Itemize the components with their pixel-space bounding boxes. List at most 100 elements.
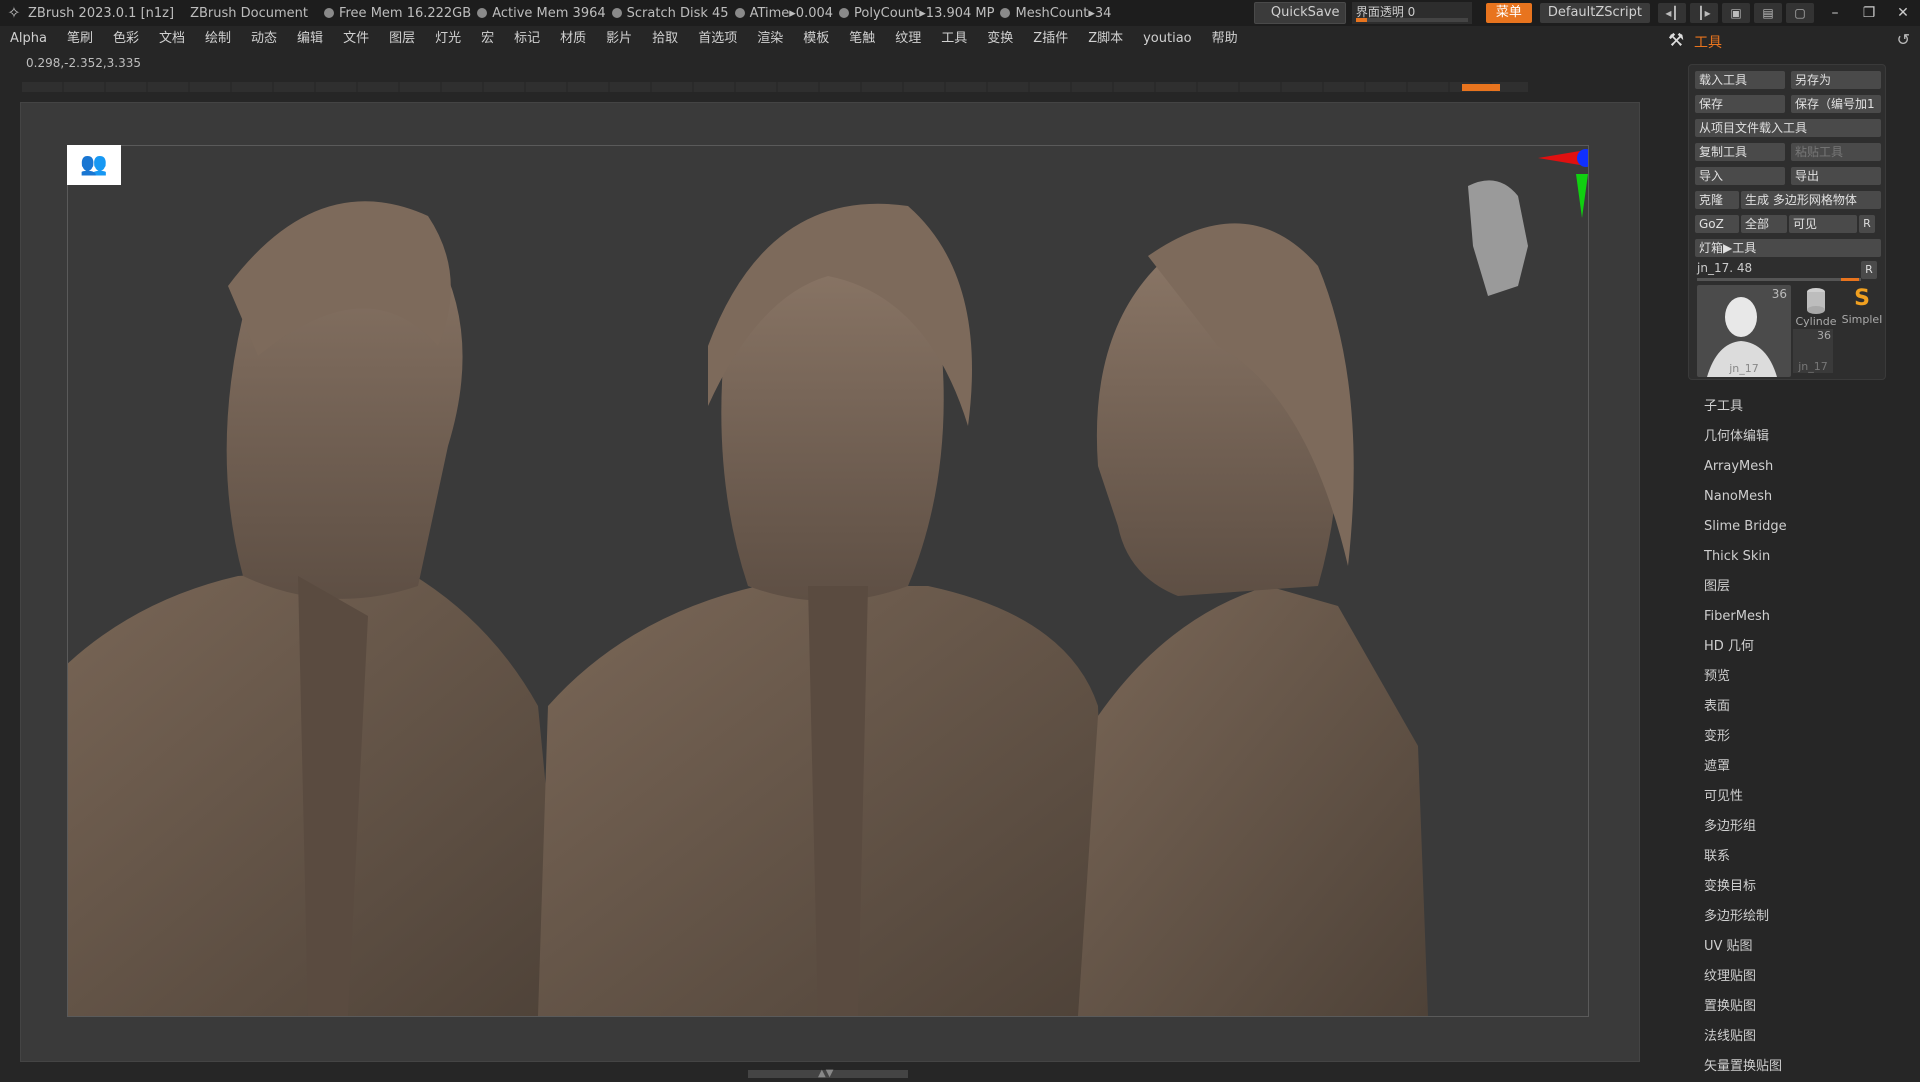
goz-button[interactable]: GoZ xyxy=(1695,215,1739,233)
restore-icon[interactable]: ❐ xyxy=(1852,2,1886,24)
tool-palette-title[interactable]: 工具 xyxy=(1694,32,1722,52)
tool-subpalette-list: 子工具 几何体编辑 ArrayMesh NanoMesh Slime Bridge Thi… xyxy=(1704,392,1904,1082)
zbrush-logo-icon[interactable]: ✧ xyxy=(4,3,24,23)
load-from-project-button[interactable]: 从项目文件载入工具 xyxy=(1695,119,1881,137)
subpalette-item[interactable]: NanoMesh xyxy=(1704,482,1904,512)
navigation-head-gizmo[interactable] xyxy=(1468,180,1528,296)
menu-item[interactable]: 标记 xyxy=(504,26,550,52)
subpalette-item[interactable]: 纹理贴图 xyxy=(1704,962,1904,992)
subpalette-item[interactable]: 图层 xyxy=(1704,572,1904,602)
subpalette-item[interactable]: 遮罩 xyxy=(1704,752,1904,782)
subpalette-item[interactable]: 法线贴图 xyxy=(1704,1022,1904,1052)
menu-item[interactable]: 工具 xyxy=(931,26,977,52)
save-button[interactable]: 保存 xyxy=(1695,95,1785,113)
load-tool-button[interactable]: 载入工具 xyxy=(1695,71,1785,89)
menu-item[interactable]: 模板 xyxy=(793,26,839,52)
ui-opacity-slider[interactable]: 界面透明 0 xyxy=(1351,2,1472,24)
menu-item[interactable]: youtiao xyxy=(1133,26,1202,52)
menu-item[interactable]: 渲染 xyxy=(747,26,793,52)
menu-item[interactable]: 变换 xyxy=(977,26,1023,52)
menu-item[interactable]: Z插件 xyxy=(1023,26,1078,52)
menu-item[interactable]: 纹理 xyxy=(885,26,931,52)
simple-brush-thumbnail[interactable]: S SimpleI xyxy=(1839,285,1885,327)
menu-toggle-button[interactable]: 菜单 xyxy=(1485,3,1532,23)
subpalette-item[interactable]: Thick Skin xyxy=(1704,542,1904,572)
palette-reset-icon[interactable]: ↺ xyxy=(1897,30,1910,49)
subpalette-item[interactable]: 矢量置换贴图 xyxy=(1704,1052,1904,1082)
goz-all-button[interactable]: 全部 xyxy=(1741,215,1787,233)
subpalette-item[interactable]: 变换目标 xyxy=(1704,872,1904,902)
small-bust-thumbnail[interactable]: 36 jn_17 xyxy=(1793,329,1833,373)
menu-item[interactable]: 文件 xyxy=(333,26,379,52)
menu-item[interactable]: 编辑 xyxy=(287,26,333,52)
menu-item[interactable]: Alpha xyxy=(0,26,57,52)
subpalette-item[interactable]: 表面 xyxy=(1704,692,1904,722)
menu-item[interactable]: 笔刷 xyxy=(57,26,103,52)
copy-tool-button[interactable]: 复制工具 xyxy=(1695,143,1785,161)
menu-item[interactable]: 首选项 xyxy=(688,26,747,52)
layout-icon[interactable]: ▣ xyxy=(1722,3,1750,23)
menu-item[interactable]: 帮助 xyxy=(1202,26,1248,52)
document-title: ZBrush Document xyxy=(190,5,308,21)
subpalette-item[interactable]: 预览 xyxy=(1704,662,1904,692)
close-icon[interactable]: ✕ xyxy=(1886,2,1920,24)
export-button[interactable]: 导出 xyxy=(1791,167,1881,185)
goz-r-button[interactable]: R xyxy=(1859,215,1875,233)
bottom-tray-arrow-icon[interactable]: ▲▼ xyxy=(818,1068,833,1079)
tool-brush-icon[interactable]: ⚒ xyxy=(1668,30,1684,51)
menu-item[interactable]: 宏 xyxy=(471,26,504,52)
menu-item[interactable]: 色彩 xyxy=(103,26,149,52)
cursor-coordinates: 0.298,-2.352,3.335 xyxy=(26,56,142,70)
current-tool-thumbnail[interactable]: 36 jn_17 xyxy=(1697,285,1791,377)
stat-free-mem: Free Mem 16.222GB xyxy=(323,6,471,21)
subpalette-item[interactable]: 多边形绘制 xyxy=(1704,902,1904,932)
menu-item[interactable]: 动态 xyxy=(241,26,287,52)
current-tool-slider[interactable]: jn_17. 48 xyxy=(1697,261,1861,281)
menu-item[interactable]: Z脚本 xyxy=(1078,26,1133,52)
current-tool-r-button[interactable]: R xyxy=(1861,261,1877,279)
tray-left-icon[interactable]: ◂┃ xyxy=(1658,3,1686,23)
menu-item[interactable]: 灯光 xyxy=(425,26,471,52)
stat-dot-icon xyxy=(477,8,488,18)
subpalette-item[interactable]: 几何体编辑 xyxy=(1704,422,1904,452)
paste-tool-button[interactable]: 粘贴工具 xyxy=(1791,143,1881,161)
menu-item[interactable]: 图层 xyxy=(379,26,425,52)
subpalette-item[interactable]: 置换贴图 xyxy=(1704,992,1904,1022)
menu-item[interactable]: 绘制 xyxy=(195,26,241,52)
cylinder-tool-thumbnail[interactable]: Cylinde xyxy=(1793,285,1839,328)
menu-item[interactable]: 拾取 xyxy=(642,26,688,52)
canvas-viewport[interactable]: 👥 xyxy=(20,102,1640,1062)
ui-opacity-track xyxy=(1355,18,1468,22)
import-button[interactable]: 导入 xyxy=(1695,167,1785,185)
floor-grid-toggle-icon[interactable]: 👥 xyxy=(67,145,121,185)
subpalette-item[interactable]: 子工具 xyxy=(1704,392,1904,422)
top-tray-marker[interactable] xyxy=(1462,84,1500,91)
subpalette-item[interactable]: 多边形组 xyxy=(1704,812,1904,842)
menu-item[interactable]: 笔触 xyxy=(839,26,885,52)
menu-item[interactable]: 影片 xyxy=(596,26,642,52)
default-zscript-button[interactable]: DefaultZScript xyxy=(1539,3,1650,23)
save-as-button[interactable]: 另存为 xyxy=(1791,71,1881,89)
minimize-icon[interactable]: – xyxy=(1818,2,1852,24)
axis-gizmo[interactable] xyxy=(1538,149,1588,218)
layout-alt-icon[interactable]: ▤ xyxy=(1754,3,1782,23)
subpalette-item[interactable]: 变形 xyxy=(1704,722,1904,752)
quicksave-button[interactable]: QuickSave xyxy=(1253,2,1346,24)
clone-button[interactable]: 克隆 xyxy=(1695,191,1739,209)
goz-visible-button[interactable]: 可见 xyxy=(1789,215,1857,233)
make-polymesh-button[interactable]: 生成 多边形网格物体 xyxy=(1741,191,1881,209)
subpalette-item[interactable]: HD 几何 xyxy=(1704,632,1904,662)
tray-right-icon[interactable]: ┃▸ xyxy=(1690,3,1718,23)
save-increment-button[interactable]: 保存（编号加1 xyxy=(1791,95,1881,113)
help-icon[interactable]: ▢ xyxy=(1786,3,1814,23)
subpalette-item[interactable]: 可见性 xyxy=(1704,782,1904,812)
subpalette-item[interactable]: ArrayMesh xyxy=(1704,452,1904,482)
subpalette-item[interactable]: UV 贴图 xyxy=(1704,932,1904,962)
subpalette-item[interactable]: 联系 xyxy=(1704,842,1904,872)
lightbox-tools-button[interactable]: 灯箱▶工具 xyxy=(1695,239,1881,257)
subpalette-item[interactable]: FiberMesh xyxy=(1704,602,1904,632)
menu-item[interactable]: 材质 xyxy=(550,26,596,52)
menu-item[interactable]: 文档 xyxy=(149,26,195,52)
subpalette-item[interactable]: Slime Bridge xyxy=(1704,512,1904,542)
document-frame xyxy=(67,145,1589,1017)
